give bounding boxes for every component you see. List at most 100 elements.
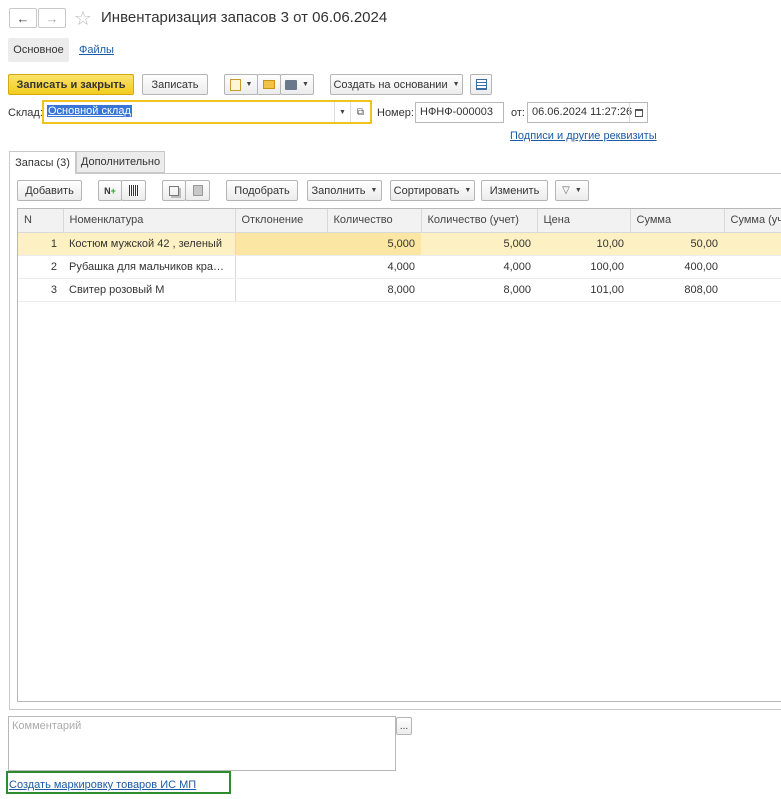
- copy-button[interactable]: [162, 180, 186, 201]
- paste-icon: [192, 185, 203, 196]
- add-label: Добавить: [25, 184, 74, 197]
- row-deviation[interactable]: [235, 255, 327, 279]
- row-number: 2: [18, 255, 63, 279]
- signatures-link[interactable]: Подписи и другие реквизиты: [510, 130, 657, 142]
- filter-icon: ▽: [562, 185, 570, 196]
- row-sum[interactable]: 400,00: [630, 255, 724, 279]
- tab-files[interactable]: Файлы: [79, 44, 114, 56]
- favorite-star-icon[interactable]: ☆: [74, 6, 92, 31]
- tab-stocks[interactable]: Запасы (3): [9, 151, 76, 174]
- email-button[interactable]: [257, 74, 281, 95]
- number-plus-icon: N+: [104, 185, 116, 196]
- paste-button[interactable]: [185, 180, 210, 201]
- table-row[interactable]: 2 Рубашка для мальчиков красн... 4,000 4…: [18, 255, 781, 279]
- sort-label: Сортировать: [393, 184, 460, 197]
- warehouse-field[interactable]: Основной склад ▼ ⧉: [42, 100, 372, 124]
- row-quantity[interactable]: 5,000: [327, 232, 421, 256]
- row-quantity-accounting[interactable]: 5,000: [421, 232, 537, 256]
- date-value: 06.06.2024 11:27:26: [532, 106, 633, 118]
- chevron-down-icon: ▼: [370, 187, 378, 194]
- chevron-down-icon: ▼: [245, 81, 253, 88]
- save-and-close-label: Записать и закрыть: [16, 78, 126, 91]
- save-and-close-button[interactable]: Записать и закрыть: [8, 74, 134, 95]
- row-sum[interactable]: 50,00: [630, 232, 724, 256]
- date-label: от:: [511, 107, 525, 119]
- row-quantity-accounting[interactable]: 4,000: [421, 255, 537, 279]
- inventory-table: N Номенклатура Отклонение Количество Кол…: [17, 208, 781, 702]
- column-header[interactable]: Цена: [537, 209, 631, 233]
- row-quantity[interactable]: 4,000: [327, 255, 421, 279]
- chevron-down-icon: ▼: [574, 187, 582, 194]
- arrow-right-icon: →: [45, 10, 59, 26]
- row-number: 3: [18, 278, 63, 302]
- row-deviation[interactable]: [235, 278, 327, 302]
- forward-button[interactable]: →: [38, 8, 66, 28]
- row-price[interactable]: 101,00: [537, 278, 630, 302]
- row-sum[interactable]: 808,00: [630, 278, 724, 302]
- filter-button[interactable]: ▽ ▼: [555, 180, 589, 201]
- structure-button[interactable]: [470, 74, 492, 95]
- row-price[interactable]: 100,00: [537, 255, 630, 279]
- chevron-down-icon: ▼: [302, 81, 309, 88]
- calendar-icon[interactable]: [629, 103, 647, 122]
- number-label: Номер:: [377, 107, 414, 119]
- tab-additional[interactable]: Дополнительно: [76, 151, 165, 173]
- table-row[interactable]: 3 Свитер розовый М 8,000 8,000 101,00 80…: [18, 278, 781, 302]
- envelope-icon: [263, 80, 275, 89]
- sort-button[interactable]: Сортировать ▼: [390, 180, 475, 201]
- row-name[interactable]: Костюм мужской 42 , зеленый: [63, 232, 236, 256]
- back-button[interactable]: ←: [9, 8, 37, 28]
- tab-main-label: Основное: [13, 44, 64, 56]
- barcode-scanner-icon: [128, 185, 139, 196]
- row-quantity[interactable]: 8,000: [327, 278, 421, 302]
- row-sum-accounting[interactable]: [724, 232, 781, 256]
- row-sum-accounting[interactable]: [724, 278, 781, 302]
- row-number: 1: [18, 232, 63, 256]
- add-button[interactable]: Добавить: [17, 180, 82, 201]
- change-label: Изменить: [489, 184, 540, 197]
- row-quantity-accounting[interactable]: 8,000: [421, 278, 537, 302]
- documents-menu-button[interactable]: ▼: [224, 74, 258, 95]
- chevron-down-icon: ▼: [464, 187, 472, 194]
- open-link-icon[interactable]: ⧉: [350, 102, 370, 122]
- chevron-down-icon: ▼: [452, 81, 460, 88]
- add-by-number-button[interactable]: N+: [98, 180, 122, 201]
- column-header[interactable]: Сумма (уч: [724, 209, 781, 233]
- comment-placeholder: Комментарий: [12, 720, 82, 732]
- structure-icon: [475, 79, 487, 90]
- printer-icon: [285, 79, 298, 90]
- tab-additional-label: Дополнительно: [80, 156, 161, 168]
- column-header[interactable]: Сумма: [630, 209, 725, 233]
- row-name[interactable]: Рубашка для мальчиков красн...: [63, 255, 236, 279]
- column-header[interactable]: Номенклатура: [63, 209, 236, 233]
- warehouse-dropdown-button[interactable]: ▼: [334, 102, 350, 122]
- save-button[interactable]: Записать: [142, 74, 208, 95]
- comment-field[interactable]: Комментарий: [8, 716, 396, 771]
- warehouse-label: Склад:: [8, 107, 43, 119]
- column-header[interactable]: Количество: [327, 209, 422, 233]
- pick-button[interactable]: Подобрать: [226, 180, 298, 201]
- create-based-on-button[interactable]: Создать на основании ▼: [330, 74, 463, 95]
- change-button[interactable]: Изменить: [481, 180, 548, 201]
- page-title: Инвентаризация запасов 3 от 06.06.2024: [101, 9, 388, 26]
- create-marking-link[interactable]: Создать маркировку товаров ИС МП: [9, 779, 196, 791]
- column-header[interactable]: Отклонение: [235, 209, 328, 233]
- arrow-left-icon: ←: [16, 10, 30, 26]
- column-header[interactable]: Количество (учет): [421, 209, 538, 233]
- barcode-button[interactable]: [121, 180, 146, 201]
- number-field[interactable]: НФНФ-000003: [415, 102, 504, 123]
- row-deviation[interactable]: [235, 232, 327, 256]
- fill-button[interactable]: Заполнить ▼: [307, 180, 382, 201]
- print-menu-button[interactable]: ▼: [280, 74, 314, 95]
- tab-main[interactable]: Основное: [8, 38, 69, 62]
- row-sum-accounting[interactable]: [724, 255, 781, 279]
- create-based-on-label: Создать на основании: [333, 78, 448, 91]
- comment-select-button[interactable]: ...: [396, 717, 412, 735]
- column-header[interactable]: N: [18, 209, 64, 233]
- row-name[interactable]: Свитер розовый М: [63, 278, 236, 302]
- pick-label: Подобрать: [234, 184, 290, 197]
- date-field[interactable]: 06.06.2024 11:27:26: [527, 102, 648, 123]
- table-row[interactable]: 1 Костюм мужской 42 , зеленый 5,000 5,00…: [18, 232, 781, 256]
- row-price[interactable]: 10,00: [537, 232, 630, 256]
- tab-stocks-label: Запасы (3): [15, 157, 70, 169]
